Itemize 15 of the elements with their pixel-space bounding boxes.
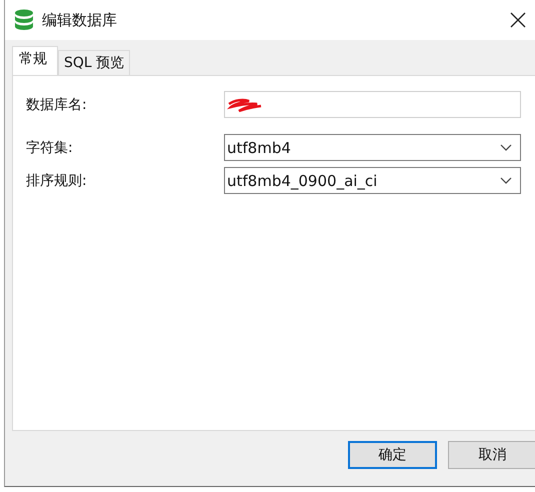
chevron-icon: [500, 144, 512, 152]
database-icon: [14, 9, 34, 31]
dialog-button[interactable]: 确定: [348, 440, 437, 468]
window-title: 编辑数据库: [42, 10, 118, 30]
chevron-icon: [500, 176, 512, 184]
dialog-button[interactable]: 取消: [448, 440, 535, 468]
input-field[interactable]: [224, 91, 521, 118]
field-label: 数据库名:: [26, 96, 88, 114]
close-icon[interactable]: [510, 12, 526, 28]
tab[interactable]: 常规: [12, 46, 58, 75]
field-label: 排序规则:: [26, 172, 88, 190]
field-label: 字符集:: [26, 138, 74, 156]
dropdown[interactable]: utf8mb4_0900_ai_ci: [224, 167, 521, 194]
dropdown[interactable]: utf8mb4: [224, 134, 521, 161]
tab[interactable]: SQL 预览: [58, 50, 130, 75]
